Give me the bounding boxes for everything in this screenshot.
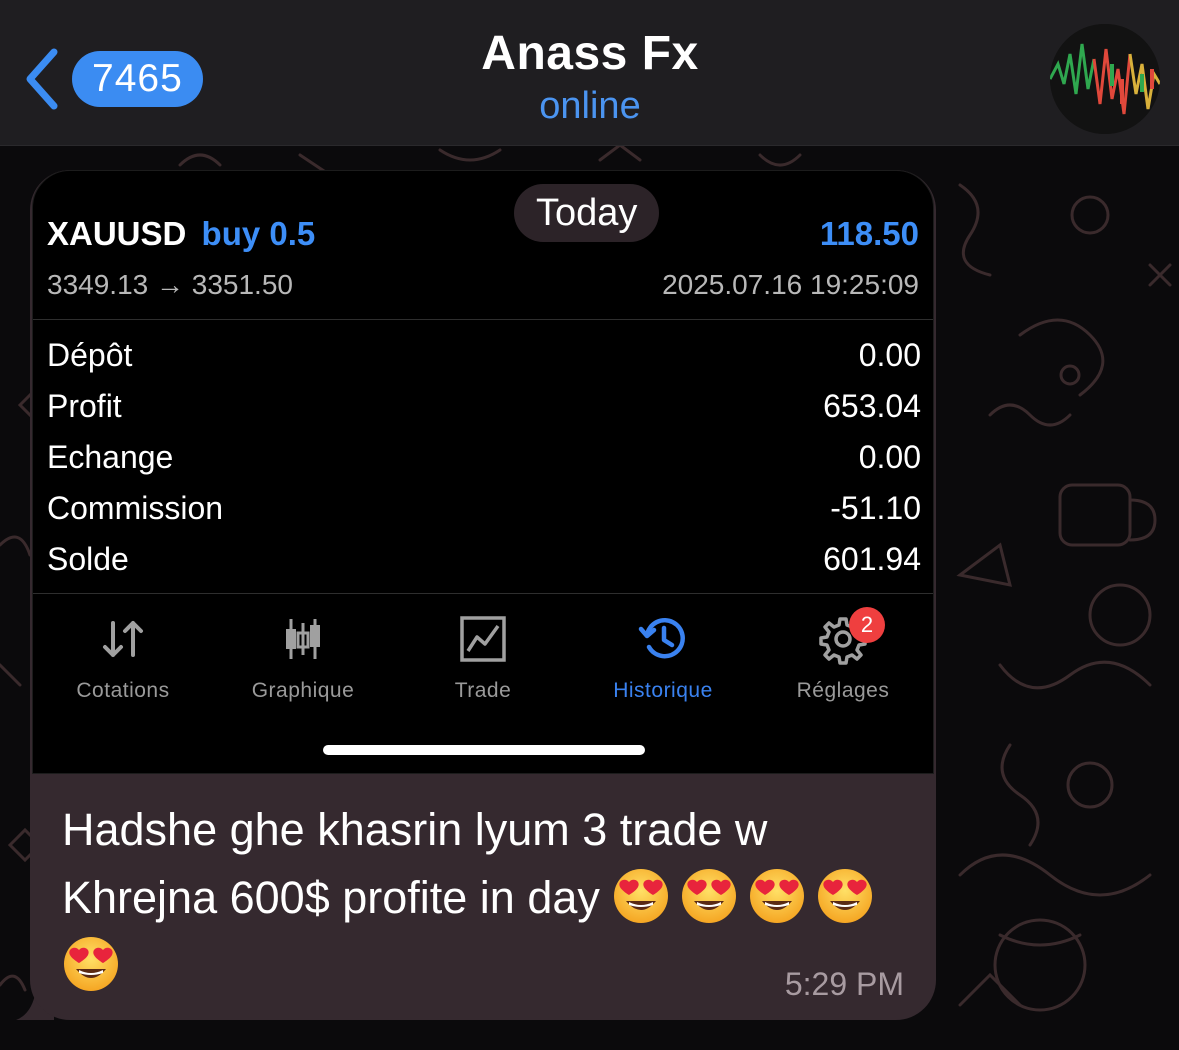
trade-prices: 3349.13 → 3351.50: [47, 269, 293, 300]
unread-count-badge: 7465: [72, 51, 203, 107]
tab-label: Réglages: [796, 679, 890, 702]
summary-label: Dépôt: [47, 337, 133, 373]
summary-label: Commission: [47, 490, 224, 526]
trade-symbol-line: XAUUSD buy 0.5: [47, 215, 315, 253]
tab-cotations[interactable]: Cotations: [33, 613, 213, 703]
chat-title-block[interactable]: Anass Fx online: [380, 26, 800, 130]
summary-label: Echange: [47, 439, 174, 475]
back-button[interactable]: 7465: [20, 46, 220, 112]
summary-row: Profit 653.04: [33, 384, 933, 435]
avatar[interactable]: [1050, 24, 1160, 134]
chat-title: Anass Fx: [481, 27, 699, 80]
tab-label: Graphique: [251, 679, 355, 702]
trade-direction: buy 0.5: [201, 215, 316, 252]
history-icon: [638, 617, 685, 659]
chat-status: online: [539, 85, 641, 127]
summary-value: 0.00: [858, 337, 921, 373]
summary-value: 653.04: [823, 388, 921, 424]
chart-avatar-icon: [1050, 24, 1160, 134]
heart-eyes-emoji: [682, 869, 737, 923]
account-summary: Dépôt 0.00 Profit 653.04 Echange 0.00 Co…: [33, 333, 933, 588]
divider: [33, 319, 933, 320]
tab-graphique[interactable]: Graphique: [213, 613, 393, 703]
chevron-left-icon: [26, 48, 58, 110]
divider: [33, 593, 933, 594]
tab-trade[interactable]: Trade: [393, 613, 573, 703]
trade-symbol: XAUUSD: [47, 215, 187, 252]
tab-label: Cotations: [76, 679, 170, 702]
attached-screenshot[interactable]: XAUUSD buy 0.5 118.50 3349.13 → 3351.50 …: [32, 170, 934, 774]
summary-label: Solde: [47, 541, 129, 577]
summary-value: 601.94: [823, 541, 921, 577]
trade-datetime: 2025.07.16 19:25:09: [662, 269, 919, 300]
chat-header: 7465 Anass Fx online: [0, 0, 1179, 146]
heart-eyes-emoji: [614, 869, 669, 923]
tab-historique[interactable]: Historique: [573, 613, 753, 703]
trade-profit: 118.50: [819, 215, 919, 252]
summary-value: -51.10: [830, 490, 921, 526]
tab-label: Historique: [613, 679, 713, 702]
arrows-updown-icon: [103, 621, 143, 657]
candlestick-icon: [286, 619, 320, 659]
message-time: 5:29 PM: [784, 966, 904, 1002]
summary-row: Commission -51.10: [33, 486, 933, 537]
summary-row: Dépôt 0.00: [33, 333, 933, 384]
heart-eyes-emoji: [818, 869, 873, 923]
tab-label: Trade: [454, 679, 512, 702]
summary-value: 0.00: [858, 439, 921, 475]
mt-tab-bar: Cotations Graphique Trade Historique 2 R…: [33, 595, 933, 715]
summary-row: Solde 601.94: [33, 537, 933, 588]
heart-eyes-emoji: [64, 937, 118, 991]
summary-label: Profit: [47, 388, 122, 424]
trade-chart-icon: [460, 616, 506, 662]
tab-reglages[interactable]: 2 Réglages: [753, 607, 933, 703]
heart-eyes-emoji: [750, 869, 805, 923]
date-pill: Today: [514, 184, 660, 242]
message-bubble[interactable]: XAUUSD buy 0.5 118.50 3349.13 → 3351.50 …: [30, 170, 936, 1020]
home-indicator: [323, 745, 645, 755]
summary-row: Echange 0.00: [33, 435, 933, 486]
settings-badge: 2: [849, 607, 885, 643]
